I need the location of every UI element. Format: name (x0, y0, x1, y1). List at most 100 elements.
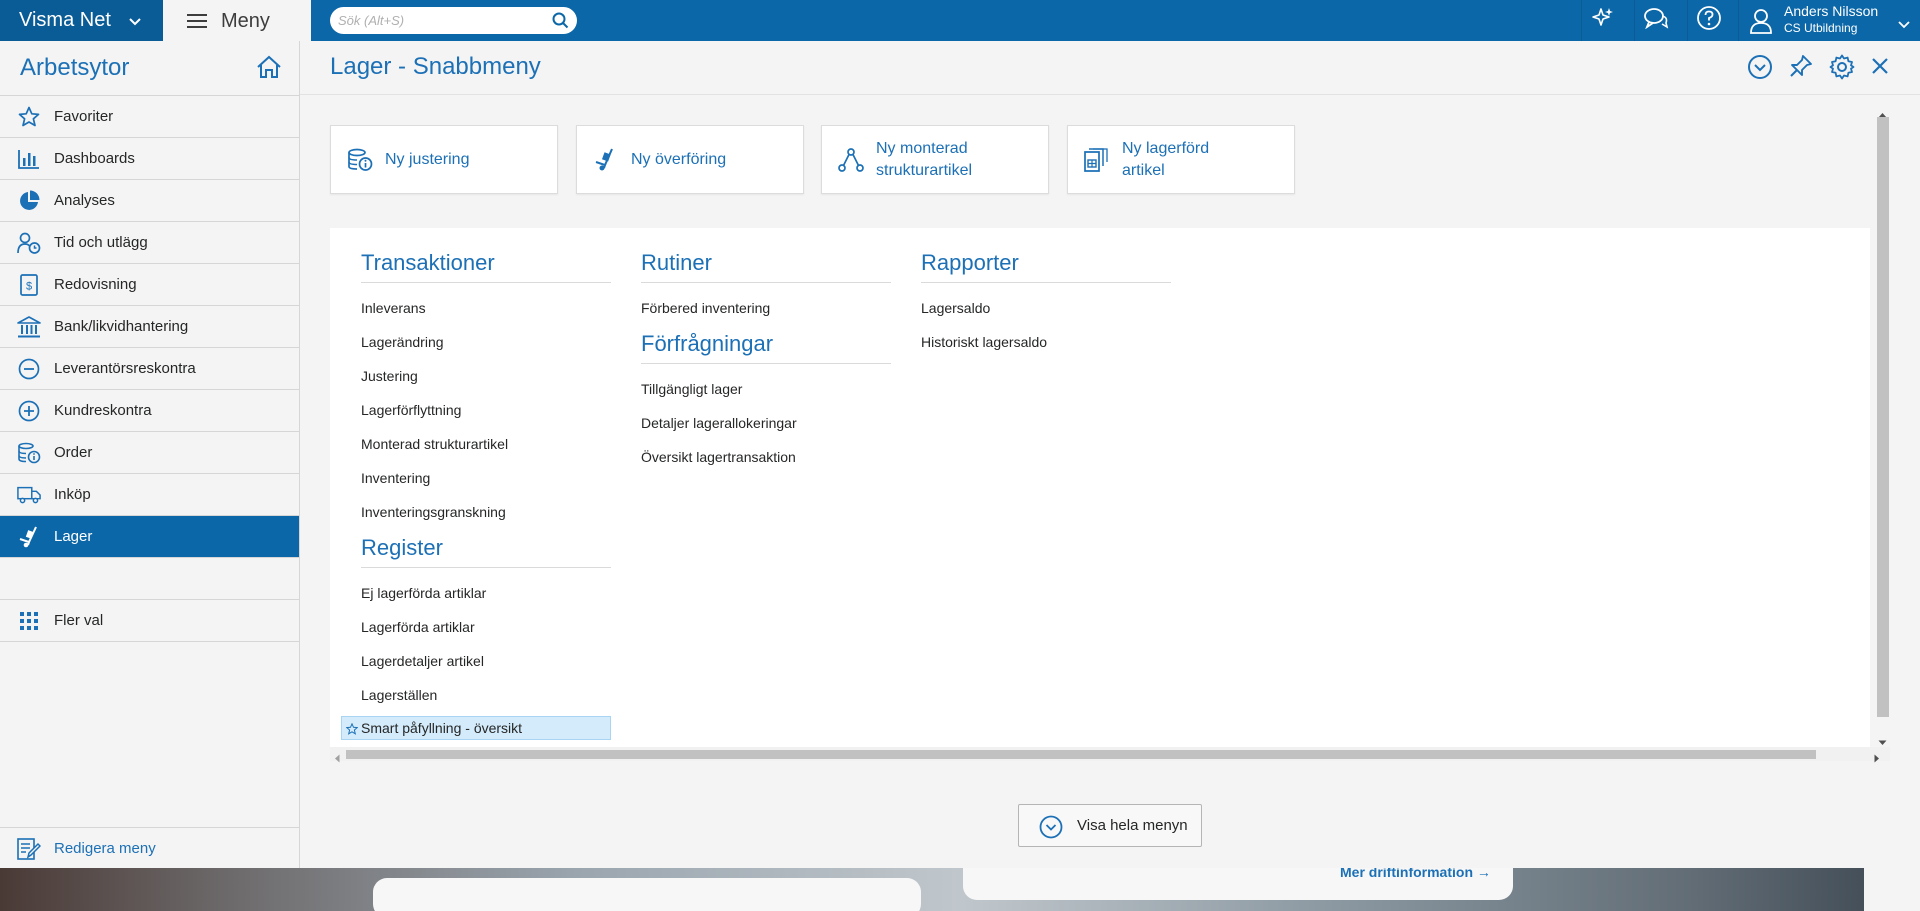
sidebar-item-inkop[interactable]: Inköp (0, 473, 299, 515)
sidebar-item-lager[interactable]: Lager (0, 515, 299, 557)
horizontal-scrollbar[interactable] (330, 747, 1890, 763)
brand-name: Visma Net (19, 9, 111, 31)
link-inleverans[interactable]: Inleverans (361, 291, 611, 325)
tile-ny-justering[interactable]: Ny justering (330, 125, 558, 194)
scroll-left-arrow-icon[interactable] (334, 750, 340, 768)
search-icon[interactable] (552, 12, 569, 34)
vertical-scrollbar[interactable] (1875, 103, 1889, 745)
ledger-icon: $ (17, 274, 41, 296)
ai-assistant-button[interactable] (1581, 0, 1623, 41)
link-detaljer-lagerallokeringar[interactable]: Detaljer lagerallokeringar (641, 406, 891, 440)
menu-button[interactable]: Meny (163, 0, 311, 42)
tile-ny-monterad-strukturartikel[interactable]: Ny monterad strukturartikel (821, 125, 1049, 194)
sidebar-item-bank[interactable]: Bank/likvidhantering (0, 305, 299, 347)
link-tillgangligt-lager[interactable]: Tillgängligt lager (641, 372, 891, 406)
scrollbar-thumb[interactable] (346, 750, 1816, 759)
link-lagerforflyttning[interactable]: Lagerförflyttning (361, 393, 611, 427)
settings-gear-icon[interactable] (1829, 54, 1855, 85)
sidebar-spacer (0, 557, 299, 599)
sidebar-item-label: Analyses (54, 192, 115, 209)
collapse-circle-icon[interactable] (1747, 54, 1773, 85)
truck-icon (17, 484, 41, 506)
scroll-right-arrow-icon[interactable] (1874, 750, 1880, 768)
sidebar-item-label: Dashboards (54, 150, 135, 167)
sidebar-item-label: Inköp (54, 486, 91, 503)
link-lagerdetaljer-artikel[interactable]: Lagerdetaljer artikel (361, 644, 611, 678)
help-button[interactable] (1687, 0, 1729, 41)
link-list-register: Ej lagerförda artiklar Lagerförda artikl… (341, 568, 611, 740)
close-icon[interactable] (1871, 57, 1889, 80)
edit-menu-button[interactable]: Redigera meny (0, 827, 299, 868)
sidebar-item-label: Redovisning (54, 276, 137, 293)
section-title-register: Register (361, 529, 611, 568)
link-lagerforda-artiklar[interactable]: Lagerförda artiklar (361, 610, 611, 644)
column-rapporter: Rapporter Lagersaldo Historiskt lagersal… (921, 228, 1171, 359)
hamburger-icon (187, 14, 207, 28)
sidebar-item-label: Lager (54, 528, 93, 545)
coins-info-icon (347, 148, 373, 179)
messages-button[interactable] (1634, 0, 1676, 41)
link-label: Smart påfyllning - översikt (361, 720, 523, 736)
show-full-menu-button[interactable]: Visa hela menyn (1018, 804, 1202, 847)
link-inventering[interactable]: Inventering (361, 461, 611, 495)
sidebar-item-label: Fler val (54, 612, 104, 629)
link-list-transaktioner: Inleverans Lagerändring Justering Lagerf… (361, 283, 611, 529)
sidebar-item-kundreskontra[interactable]: Kundreskontra (0, 389, 299, 431)
edit-list-icon (17, 838, 42, 864)
sidebar-item-favoriter[interactable]: Favoriter (0, 95, 299, 137)
section-title-transaktioner: Transaktioner (361, 228, 611, 283)
person-clock-icon (17, 232, 41, 254)
sidebar-item-dashboards[interactable]: Dashboards (0, 137, 299, 179)
link-inventeringsgranskning[interactable]: Inventeringsgranskning (361, 495, 611, 529)
user-name: Anders Nilsson (1784, 3, 1879, 19)
chevron-down-icon (1898, 16, 1910, 34)
tile-ny-overforing[interactable]: Ny överföring (576, 125, 804, 194)
sidebar-item-label: Kundreskontra (54, 402, 152, 419)
link-smart-pafyllning[interactable]: Smart påfyllning - översikt (341, 716, 611, 740)
sidebar-item-label: Order (54, 444, 93, 461)
tile-ny-lagerford-artikel[interactable]: Ny lagerförd artikel (1067, 125, 1295, 194)
link-monterad-strukturartikel[interactable]: Monterad strukturartikel (361, 427, 611, 461)
link-oversikt-lagertransaktion[interactable]: Översikt lagertransaktion (641, 440, 891, 474)
user-menu[interactable]: Anders Nilsson CS Utbildning (1738, 0, 1920, 41)
tile-label-line2: strukturartikel (876, 161, 973, 179)
tile-label: Ny justering (385, 150, 470, 168)
star-icon[interactable] (345, 719, 359, 741)
user-company: CS Utbildning (1784, 21, 1858, 35)
search-input[interactable] (338, 13, 538, 28)
tile-label: Ny överföring (631, 150, 727, 168)
page-title: Lager - Snabbmeny (330, 53, 541, 80)
search-box (330, 7, 577, 34)
sidebar-item-order[interactable]: Order (0, 431, 299, 473)
sidebar-item-label: Leverantörsreskontra (54, 360, 196, 377)
title-divider (300, 94, 1920, 95)
link-forbered-inventering[interactable]: Förbered inventering (641, 291, 891, 325)
svg-text:$: $ (26, 281, 32, 293)
background-card (373, 878, 921, 911)
show-full-menu-label: Visa hela menyn (1077, 817, 1188, 834)
pin-icon[interactable] (1789, 54, 1813, 85)
scrollbar-thumb[interactable] (1877, 117, 1889, 717)
section-title-rutiner: Rutiner (641, 228, 891, 283)
link-lagerstallen[interactable]: Lagerställen (361, 678, 611, 712)
home-icon[interactable] (256, 54, 282, 85)
brand-switcher[interactable]: Visma Net (0, 0, 163, 41)
link-ej-lagerforda-artiklar[interactable]: Ej lagerförda artiklar (361, 576, 611, 610)
link-lagersaldo[interactable]: Lagersaldo (921, 291, 1171, 325)
sidebar-item-leverantorsreskontra[interactable]: Leverantörsreskontra (0, 347, 299, 389)
workspace-sidebar: Arbetsytor Favoriter Dashboards Analyses… (0, 41, 300, 868)
link-historiskt-lagersaldo[interactable]: Historiskt lagersaldo (921, 325, 1171, 359)
sidebar-item-tid-och-utlagg[interactable]: Tid och utlägg (0, 221, 299, 263)
link-justering[interactable]: Justering (361, 359, 611, 393)
sidebar-item-fler-val[interactable]: Fler val (0, 599, 299, 641)
sidebar-item-label: Favoriter (54, 108, 114, 125)
tile-label: Ny lagerförd artikel (1122, 138, 1209, 182)
edit-menu-label: Redigera meny (54, 839, 156, 857)
tile-label: Ny monterad strukturartikel (876, 138, 972, 182)
link-list-rutiner: Förbered inventering (641, 283, 891, 325)
coins-info-icon (17, 442, 41, 464)
sidebar-header: Arbetsytor (0, 41, 299, 95)
link-lagerandring[interactable]: Lagerändring (361, 325, 611, 359)
sidebar-item-redovisning[interactable]: $ Redovisning (0, 263, 299, 305)
sidebar-item-analyses[interactable]: Analyses (0, 179, 299, 221)
